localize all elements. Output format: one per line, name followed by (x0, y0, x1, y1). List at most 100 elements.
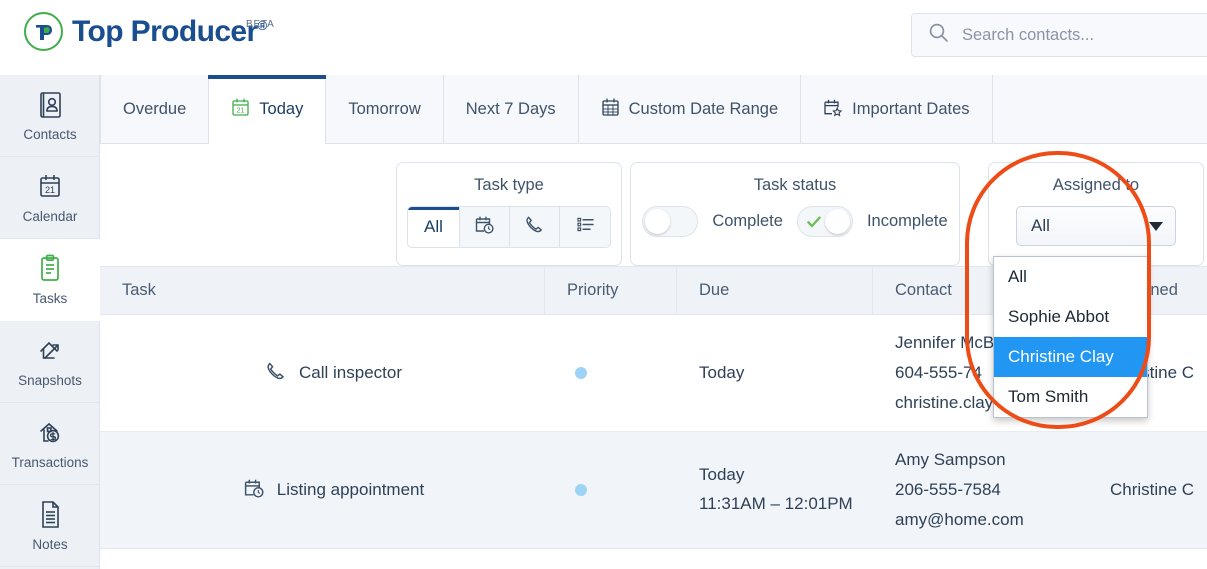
assigned-to-filter-panel: Assigned to All (988, 162, 1204, 266)
sidebar-label-transactions: Transactions (11, 455, 89, 470)
task-title: Listing appointment (276, 480, 425, 499)
assigned-to-title: Assigned to (1052, 176, 1140, 194)
task-type-filter-panel: Task type All (396, 162, 622, 266)
filter-row: Task type All Task status Complete Incom… (100, 144, 1207, 266)
cell-priority (545, 315, 677, 431)
tab-next-7-days[interactable]: Next 7 Days (444, 75, 579, 144)
cell-task: Listing appointment (100, 432, 545, 548)
assigned-to-dropdown-list[interactable]: All Sophie Abbot Christine Clay Tom Smit… (993, 256, 1148, 418)
due-date: Today (699, 465, 745, 485)
phone-icon (524, 214, 545, 240)
priority-dot (575, 367, 587, 379)
table-row[interactable]: Listing appointment Today 11:31AM – 12:0… (100, 432, 1207, 549)
task-type-option-call[interactable] (510, 207, 560, 247)
task-type-option-appointment[interactable] (460, 207, 510, 247)
task-type-segmented-control: All (407, 206, 611, 248)
tab-label-tomorrow: Tomorrow (348, 100, 421, 118)
brand-logo[interactable]: Top Producer® BETA (24, 12, 274, 51)
snapshots-icon (35, 335, 65, 367)
tab-important-dates[interactable]: Important Dates (801, 75, 993, 144)
complete-label: Complete (712, 212, 783, 230)
complete-toggle-knob (645, 209, 671, 234)
sidebar-item-calendar[interactable]: 21 Calendar (0, 157, 100, 239)
transactions-icon (35, 417, 65, 449)
tab-label-important-dates: Important Dates (852, 100, 970, 118)
sidebar-label-tasks: Tasks (32, 291, 68, 306)
assigned-to-selected-value: All (1031, 216, 1050, 235)
phone-icon (265, 360, 287, 387)
cell-priority (545, 432, 677, 548)
dropdown-option-sophie-abbot[interactable]: Sophie Abbot (994, 297, 1147, 337)
tab-today[interactable]: 21 Today (208, 75, 327, 145)
sidebar-label-notes: Notes (32, 537, 68, 552)
incomplete-toggle-knob (824, 209, 850, 234)
contact-name: Amy Sampson (895, 450, 1006, 470)
incomplete-label: Incomplete (866, 212, 948, 230)
app-root: Top Producer® BETA Search contacts... Co… (0, 0, 1207, 569)
tab-label-today: Today (259, 100, 304, 118)
task-type-option-todo[interactable] (560, 207, 610, 247)
column-header-priority[interactable]: Priority (545, 266, 677, 315)
calendar-icon: 21 (36, 171, 64, 203)
cell-assigned: Christine C (1088, 432, 1207, 548)
tab-label-next-7-days: Next 7 Days (465, 100, 556, 118)
sidebar-item-transactions[interactable]: Transactions (0, 403, 100, 485)
dropdown-option-tom-smith[interactable]: Tom Smith (994, 377, 1147, 417)
top-producer-logo-icon (24, 12, 63, 51)
column-header-due[interactable]: Due (677, 266, 873, 315)
calendar-star-icon (823, 97, 843, 122)
contacts-icon (36, 89, 64, 121)
contact-phone: 206-555-7584 (895, 480, 1001, 500)
task-status-filter-panel: Task status Complete Incomplete (630, 162, 960, 266)
calendar-clock-icon (474, 214, 495, 240)
tasks-icon (36, 253, 64, 285)
complete-toggle[interactable] (642, 206, 699, 237)
sidebar-label-snapshots: Snapshots (18, 373, 82, 388)
search-icon (928, 22, 949, 48)
sidebar-item-contacts[interactable]: Contacts (0, 75, 100, 157)
contact-email: amy@home.com (895, 509, 1024, 529)
task-type-option-all[interactable]: All (408, 207, 460, 247)
chevron-down-icon (1149, 221, 1163, 231)
incomplete-toggle[interactable] (796, 206, 853, 237)
tab-label-custom-date-range: Custom Date Range (628, 100, 779, 118)
search-input[interactable]: Search contacts... (911, 13, 1207, 57)
calendar-clock-icon (243, 477, 265, 504)
priority-dot (575, 484, 587, 496)
list-icon (575, 214, 596, 240)
left-sidebar: Contacts 21 Calendar Tasks Snapshots Tra… (0, 75, 100, 569)
notes-icon (36, 499, 64, 531)
calendar-grid-icon (601, 97, 620, 122)
assigned-to-select[interactable]: All (1016, 206, 1176, 246)
due-date: Today (699, 362, 745, 382)
brand-name: Top Producer® (72, 14, 267, 48)
check-icon (805, 213, 823, 236)
due-time: 11:31AM – 12:01PM (699, 494, 853, 513)
search-placeholder-text: Search contacts... (962, 25, 1095, 44)
tab-label-overdue: Overdue (123, 100, 187, 118)
cell-contact: Amy Sampson 206-555-7584 amy@home.com (873, 432, 1088, 548)
svg-text:21: 21 (237, 108, 245, 115)
column-header-task[interactable]: Task (100, 266, 545, 315)
calendar-21-icon: 21 (231, 97, 250, 122)
task-status-toggles: Complete Incomplete (642, 206, 948, 237)
cell-due: Today (677, 315, 873, 431)
dropdown-option-christine-clay[interactable]: Christine Clay (994, 337, 1147, 377)
task-type-title: Task type (474, 176, 544, 194)
task-type-all-label: All (424, 217, 443, 236)
sidebar-item-snapshots[interactable]: Snapshots (0, 321, 100, 403)
dropdown-option-all[interactable]: All (994, 257, 1147, 297)
beta-badge: BETA (246, 19, 275, 30)
tab-tomorrow[interactable]: Tomorrow (326, 75, 444, 144)
sidebar-item-notes[interactable]: Notes (0, 485, 100, 567)
sidebar-item-tasks[interactable]: Tasks (0, 239, 100, 321)
cell-due: Today 11:31AM – 12:01PM (677, 432, 873, 548)
top-header: Top Producer® BETA Search contacts... (0, 0, 1207, 75)
sidebar-label-contacts: Contacts (23, 127, 77, 142)
task-title: Call inspector (299, 363, 402, 382)
assigned-name: Christine C (1110, 480, 1195, 499)
tabbar-filler (993, 75, 1207, 144)
cell-task: Call inspector (100, 315, 545, 431)
tab-custom-date-range[interactable]: Custom Date Range (579, 75, 802, 144)
tab-overdue[interactable]: Overdue (100, 75, 210, 144)
